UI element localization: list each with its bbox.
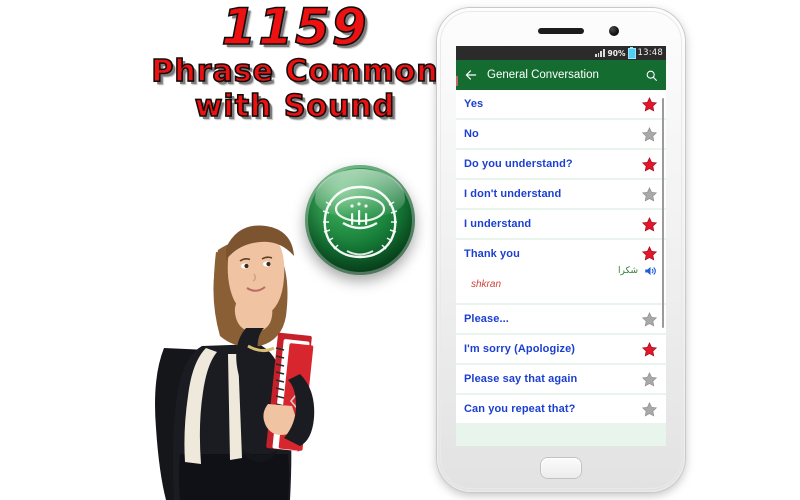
earpiece-speaker [538, 28, 584, 34]
phrase-row[interactable]: No [456, 120, 666, 148]
phrase-row[interactable]: I don't understand [456, 180, 666, 208]
arabic-translation: شكرا [618, 265, 638, 276]
star-empty-icon[interactable] [641, 186, 658, 203]
phrase-row[interactable]: Please say that again [456, 365, 666, 393]
phrase-label: Yes [464, 98, 484, 110]
speaker-icon[interactable] [643, 264, 658, 278]
star-filled-icon[interactable] [641, 245, 658, 262]
phrase-label: I understand [464, 218, 532, 230]
phrase-row[interactable]: Yes [456, 90, 666, 118]
app-bar: General Conversation [456, 60, 666, 90]
battery-icon [628, 46, 635, 58]
status-bar: 90% 13:48 [456, 46, 666, 60]
star-empty-icon[interactable] [641, 371, 658, 388]
phrase-label: Thank you [464, 247, 520, 260]
scrollbar-thumb[interactable] [662, 98, 664, 328]
home-button[interactable] [541, 458, 581, 478]
screen-edge-accent [456, 76, 458, 86]
status-bar-clock: 13:48 [637, 48, 663, 58]
phrase-list[interactable]: Yes No Do you understand? I don't unders… [456, 90, 666, 446]
promo-title-line3: with Sound [194, 88, 396, 124]
promo-title: 1159 Phrase Common with Sound [125, 0, 465, 124]
phone-mockup: 90% 13:48 General Conversation Yes No Do… [437, 8, 685, 492]
star-empty-icon[interactable] [641, 401, 658, 418]
battery-percent-label: 90% [607, 48, 626, 58]
phrase-label: Please say that again [464, 373, 578, 385]
phrase-label: Can you repeat that? [464, 403, 576, 415]
promo-title-line2: Phrase Common [151, 54, 439, 89]
star-filled-icon[interactable] [641, 341, 658, 358]
phrase-row[interactable]: Please... [456, 305, 666, 333]
arab-league-emblem-icon [322, 185, 398, 259]
phrase-row[interactable]: Do you understand? [456, 150, 666, 178]
phrase-label: No [464, 128, 479, 140]
star-filled-icon[interactable] [641, 216, 658, 233]
phrase-label: Do you understand? [464, 158, 573, 170]
front-camera-icon [609, 26, 619, 36]
phrase-row[interactable]: Can you repeat that? [456, 395, 666, 423]
app-bar-title: General Conversation [487, 69, 599, 81]
phrase-translation-row: شكرا [464, 263, 658, 278]
star-empty-icon[interactable] [641, 311, 658, 328]
promo-title-number: 1159 [221, 0, 369, 56]
phrase-row[interactable]: I'm sorry (Apologize) [456, 335, 666, 363]
phrase-label: Please... [464, 313, 509, 325]
star-filled-icon[interactable] [641, 96, 658, 113]
phone-screen: 90% 13:48 General Conversation Yes No Do… [456, 46, 666, 446]
phrase-row[interactable]: I understand [456, 210, 666, 238]
phrase-label: I'm sorry (Apologize) [464, 343, 576, 355]
transliteration-text: shkran [471, 279, 502, 290]
scrollbar-track[interactable] [662, 90, 665, 446]
phrase-row[interactable]: Thank you شكرا shkran [456, 240, 666, 303]
star-empty-icon[interactable] [641, 126, 658, 143]
phrase-row-main: Thank you [464, 245, 658, 262]
star-filled-icon[interactable] [641, 156, 658, 173]
arab-league-flag-badge [305, 165, 415, 275]
back-arrow-icon[interactable] [464, 68, 478, 82]
phrase-label: I don't understand [464, 188, 562, 200]
search-icon[interactable] [645, 69, 658, 82]
signal-bars-icon [595, 49, 605, 57]
